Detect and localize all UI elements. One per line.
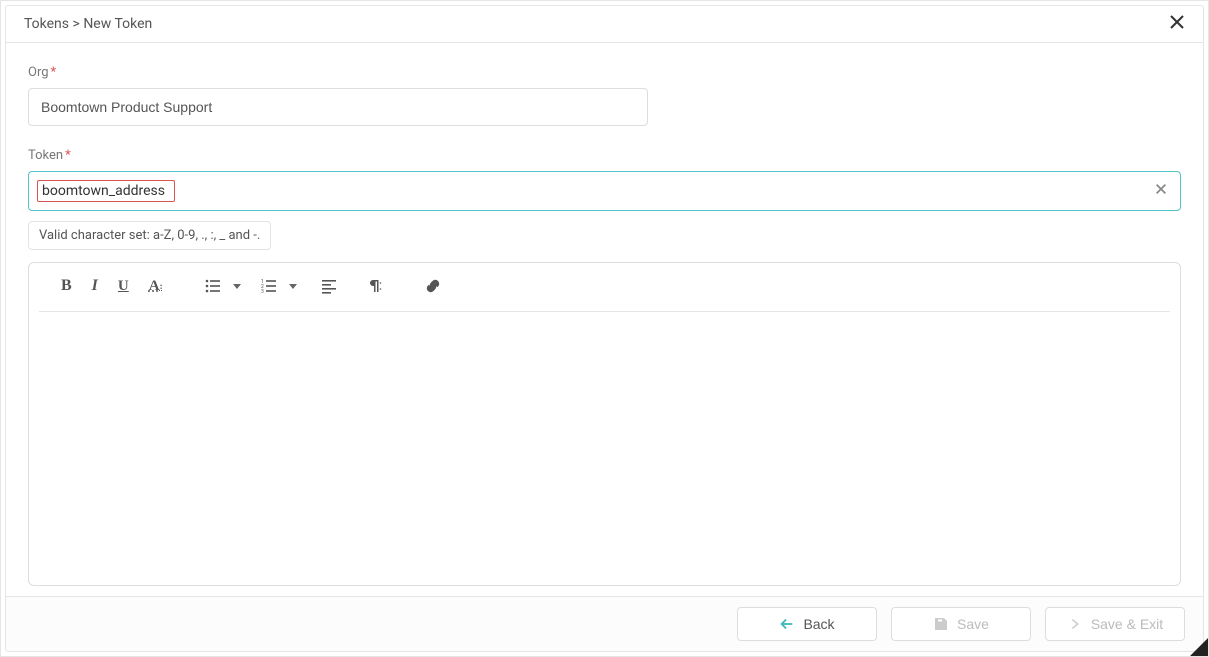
- unordered-list-button[interactable]: [195, 272, 231, 300]
- ordered-list-dropdown[interactable]: [289, 278, 297, 294]
- editor-toolbar: B I U A: 123: [39, 263, 1170, 312]
- required-indicator: *: [65, 148, 71, 163]
- panel-header: Tokens > New Token: [5, 5, 1204, 43]
- save-exit-button[interactable]: Save & Exit: [1045, 607, 1185, 641]
- required-indicator: *: [51, 65, 57, 80]
- arrow-left-icon: [779, 616, 795, 632]
- org-field: Org*: [28, 65, 1181, 126]
- underline-button[interactable]: U: [108, 272, 139, 301]
- unordered-list-dropdown[interactable]: [233, 278, 241, 294]
- numbered-list-icon: 123: [261, 278, 277, 294]
- panel-body: Org* Token* Valid character set: a-Z, 0-…: [5, 43, 1204, 596]
- link-button[interactable]: [415, 272, 451, 300]
- close-icon: [1154, 182, 1168, 196]
- paragraph-button[interactable]: [357, 272, 393, 300]
- org-input[interactable]: [28, 88, 648, 126]
- italic-button[interactable]: I: [82, 271, 108, 301]
- align-button[interactable]: [311, 272, 347, 300]
- back-button[interactable]: Back: [737, 607, 877, 641]
- save-button[interactable]: Save: [891, 607, 1031, 641]
- clear-token-button[interactable]: [1154, 182, 1168, 200]
- save-icon: [933, 616, 949, 632]
- token-label: Token*: [28, 148, 1181, 163]
- chevron-right-icon: [1067, 616, 1083, 632]
- resize-handle[interactable]: [1190, 638, 1208, 656]
- org-label: Org*: [28, 65, 1181, 80]
- token-field: Token* Valid character set: a-Z, 0-9, .,…: [28, 148, 1181, 250]
- breadcrumb-separator: >: [73, 16, 80, 32]
- token-input[interactable]: [42, 183, 170, 199]
- back-label: Back: [803, 616, 834, 632]
- align-icon: [321, 278, 337, 294]
- breadcrumb-parent[interactable]: Tokens: [24, 16, 69, 32]
- save-label: Save: [957, 616, 989, 632]
- panel-footer: Back Save Save & Exit: [5, 596, 1204, 652]
- token-hint: Valid character set: a-Z, 0-9, ., :, _ a…: [28, 221, 271, 250]
- ordered-list-button[interactable]: 123: [251, 272, 287, 300]
- rich-text-editor: B I U A: 123: [28, 262, 1181, 586]
- editor-content[interactable]: [29, 312, 1180, 585]
- font-style-button[interactable]: A:: [139, 272, 173, 301]
- close-icon: [1169, 14, 1185, 30]
- breadcrumb: Tokens > New Token: [24, 16, 152, 32]
- svg-text:3: 3: [261, 289, 264, 294]
- new-token-panel: Tokens > New Token Org* Token*: [0, 0, 1209, 657]
- close-button[interactable]: [1169, 14, 1185, 34]
- save-exit-label: Save & Exit: [1091, 616, 1163, 632]
- token-highlight-box: [37, 180, 175, 202]
- bullet-list-icon: [205, 278, 221, 294]
- link-icon: [425, 278, 441, 294]
- paragraph-icon: [367, 278, 383, 294]
- bold-button[interactable]: B: [51, 271, 82, 301]
- token-input-container[interactable]: [28, 171, 1181, 211]
- breadcrumb-current: New Token: [83, 16, 152, 32]
